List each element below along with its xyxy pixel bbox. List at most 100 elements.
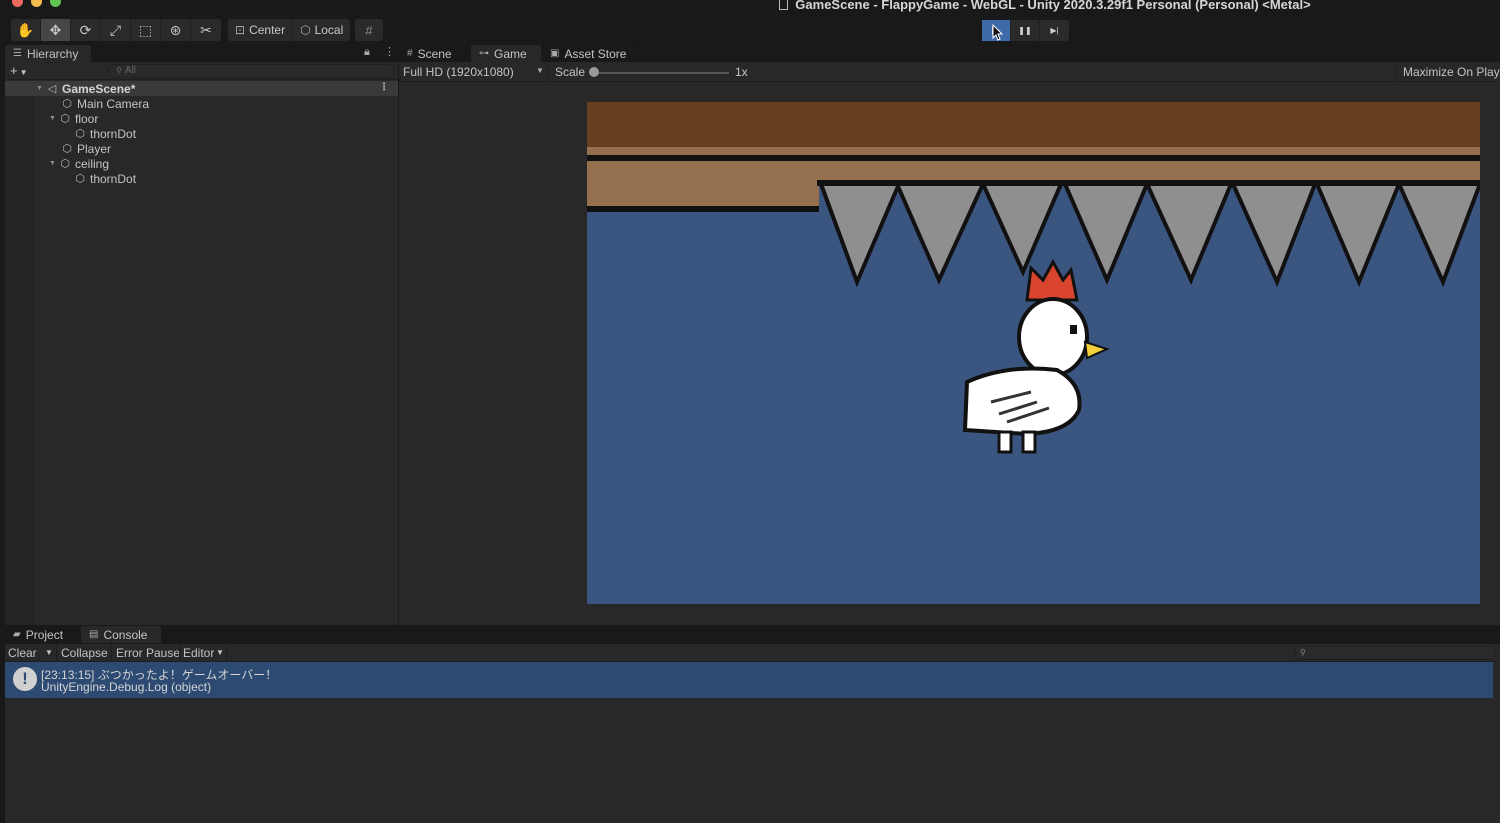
rotate-tool-button[interactable]: ⟳	[71, 19, 101, 41]
panel-menu-icon[interactable]: ⋮	[384, 45, 395, 58]
create-dropdown-button[interactable]: + ▼	[10, 63, 28, 78]
tab-asset-store-label: Asset Store	[564, 46, 627, 61]
grid-icon: #	[365, 22, 373, 38]
tree-item-label: ceiling	[75, 156, 110, 171]
tab-asset-store[interactable]: ▣ Asset Store	[542, 45, 637, 62]
tab-game[interactable]: ⊶ Game	[471, 45, 541, 62]
window-title: GameScene - FlappyGame - WebGL - Unity 2…	[0, 0, 1500, 12]
clear-options-arrow-icon[interactable]: ▼	[45, 648, 53, 657]
pivot-tools: ⊡ Center ⬡ Local	[228, 19, 351, 41]
dropdown-arrow-icon[interactable]: ▼	[536, 66, 544, 75]
rect-tool-button[interactable]: ⬚	[131, 19, 161, 41]
scale-label: Scale	[548, 65, 585, 82]
mouse-cursor-icon	[992, 24, 1004, 41]
folder-icon: ▰	[13, 629, 21, 640]
console-icon: ▤	[89, 629, 99, 640]
gameobject-icon: ⬡	[60, 158, 70, 170]
hierarchy-panel: ☰ Hierarchy 🔒︎ ⋮ + ▼ ⚲ All ▼ ◁ GameScene* …	[5, 45, 398, 625]
scale-value: 1x	[735, 65, 748, 79]
shopping-bag-icon: ▣	[550, 48, 560, 59]
scale-slider-track[interactable]	[594, 72, 729, 74]
tab-scene[interactable]: # Scene	[399, 45, 469, 62]
editor-dropdown[interactable]: Editor	[183, 646, 214, 660]
scene-name: GameScene*	[62, 81, 136, 96]
tree-item-label: floor	[75, 111, 99, 126]
tree-item-label: Main Camera	[77, 96, 150, 111]
pivot-center-label: Center	[249, 23, 286, 37]
game-view-tabbar: # Scene ⊶ Game ▣ Asset Store	[399, 45, 1500, 62]
window-title-text: GameScene - FlappyGame - WebGL - Unity 2…	[795, 0, 1311, 12]
step-button[interactable]: ▶|	[1040, 20, 1069, 41]
tab-hierarchy[interactable]: ☰ Hierarchy	[5, 45, 91, 62]
rotate-tool-icon: ⟳	[79, 21, 92, 38]
hand-tool-icon: ✋	[16, 21, 35, 38]
tab-scene-label: Scene	[417, 46, 452, 61]
step-icon: ▶|	[1050, 26, 1059, 35]
toolbar-separator	[226, 644, 227, 662]
lock-icon[interactable]: 🔒︎	[364, 46, 370, 59]
error-pause-toggle[interactable]: Error Pause	[116, 646, 180, 660]
duck-body	[962, 366, 1082, 437]
tab-game-label: Game	[494, 46, 527, 61]
game-view-toolbar: Full HD (1920x1080) ▼ Scale 1x Maximize …	[399, 62, 1500, 82]
hand-tool-button[interactable]: ✋	[11, 19, 41, 41]
scale-tool-button[interactable]: ⤢	[101, 19, 131, 41]
transform-tool-button[interactable]: ⊛	[161, 19, 191, 41]
tree-item-label: thornDot	[90, 126, 137, 141]
tree-row-floor[interactable]: ▼ ⬡ floor	[5, 111, 398, 126]
clear-button[interactable]: Clear	[8, 646, 37, 660]
pause-button[interactable]: ❚❚	[1011, 20, 1040, 41]
custom-tool-button[interactable]: ✂	[191, 19, 221, 41]
grid-snap-button[interactable]: #	[355, 19, 383, 41]
expand-arrow-icon[interactable]: ▼	[36, 85, 45, 92]
maximize-on-play-toggle[interactable]: Maximize On Play	[1396, 62, 1500, 82]
console-panel: ▰ Project ▤ Console Clear ▼ Collapse Err…	[5, 626, 1500, 823]
console-tabbar: ▰ Project ▤ Console	[5, 626, 1500, 644]
log-entry[interactable]: ! [23:13:15] ぶつかったよ！ゲームオーバー！ UnityEngine…	[5, 662, 1493, 698]
expand-arrow-icon[interactable]: ▼	[49, 115, 58, 122]
tab-project-label: Project	[25, 627, 64, 642]
tree-item-label: Player	[77, 141, 112, 156]
transform-tool-icon: ⊛	[169, 21, 182, 38]
tab-console[interactable]: ▤ Console	[81, 626, 161, 643]
pivot-local-toggle[interactable]: ⬡ Local	[293, 19, 350, 41]
tree-row-ceiling[interactable]: ▼ ⬡ ceiling	[5, 156, 398, 171]
resolution-dropdown[interactable]: Full HD (1920x1080)	[403, 65, 514, 79]
move-tool-icon: ✥	[49, 21, 62, 38]
tree-row-main-camera[interactable]: ⬡ Main Camera	[5, 96, 398, 111]
search-icon: ⚲	[1300, 648, 1306, 657]
scene-menu-icon[interactable]: ⋮	[379, 82, 389, 93]
list-icon: ☰	[13, 48, 22, 59]
collapse-toggle[interactable]: Collapse	[61, 646, 108, 660]
transform-tools: ✋ ✥ ⟳ ⤢ ⬚ ⊛ ✂	[11, 19, 221, 41]
move-tool-button[interactable]: ✥	[41, 19, 71, 41]
tree-row-ceiling-thorndot[interactable]: ⬡ thornDot	[5, 171, 398, 186]
game-canvas[interactable]	[587, 102, 1480, 604]
console-search-input[interactable]: ⚲	[1294, 646, 1496, 660]
editor-dropdown-arrow-icon[interactable]: ▼	[216, 648, 224, 657]
toolbar-separator	[56, 644, 57, 662]
expand-arrow-icon[interactable]: ▼	[49, 160, 58, 167]
hierarchy-tree: ▼ ◁ GameScene* ⋮ ⬡ Main Camera ▼ ⬡ floor…	[5, 81, 398, 625]
pivot-center-toggle[interactable]: ⊡ Center	[228, 19, 294, 41]
log-stack-trace: UnityEngine.Debug.Log (object)	[41, 680, 212, 694]
scale-slider-handle[interactable]	[589, 67, 599, 77]
tree-row-floor-thorndot[interactable]: ⬡ thornDot	[5, 126, 398, 141]
console-toolbar: Clear ▼ Collapse Error Pause Editor ▼ ⚲	[5, 644, 1500, 662]
gamepad-icon: ⊶	[479, 48, 489, 59]
duck-eye	[1070, 325, 1077, 334]
info-log-icon: !	[13, 667, 37, 691]
gameobject-icon: ⬡	[62, 98, 72, 110]
duck-leg-left	[997, 430, 1013, 454]
hierarchy-toolbar: + ▼ ⚲ All	[5, 62, 398, 80]
toolbar-separator	[111, 644, 112, 662]
tab-project[interactable]: ▰ Project	[5, 626, 79, 643]
grid-icon: #	[407, 48, 413, 59]
pivot-local-label: Local	[314, 23, 344, 37]
gameobject-icon: ⬡	[62, 143, 72, 155]
hierarchy-search-input[interactable]: ⚲ All	[108, 64, 395, 78]
tree-row-scene[interactable]: ▼ ◁ GameScene* ⋮	[5, 81, 398, 96]
tree-row-player[interactable]: ⬡ Player	[5, 141, 398, 156]
rect-tool-icon: ⬚	[138, 21, 153, 38]
duck-head	[1017, 297, 1089, 377]
